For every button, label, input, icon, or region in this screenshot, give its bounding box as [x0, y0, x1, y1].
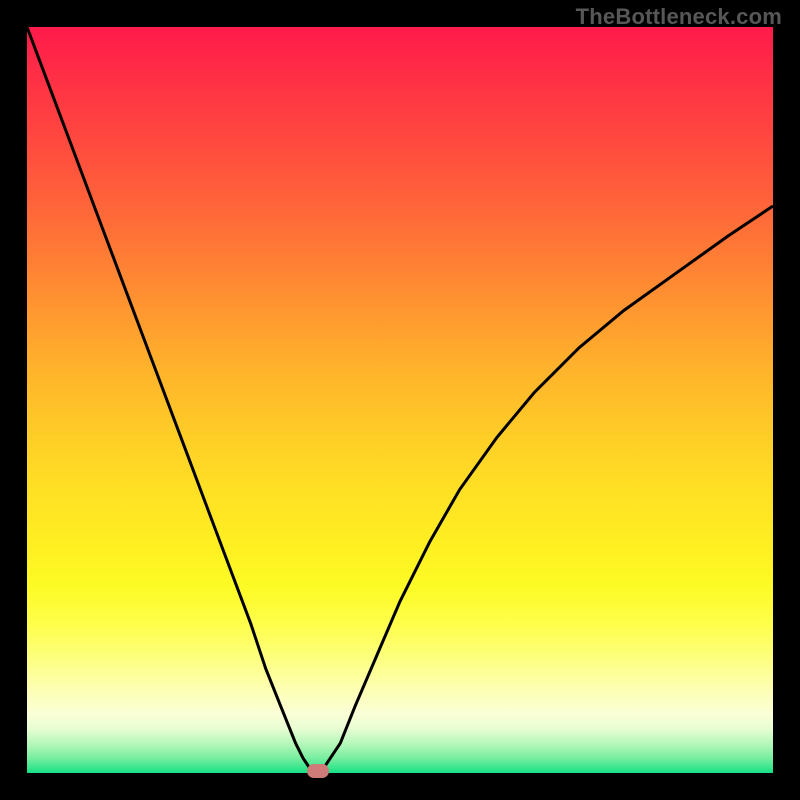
- bottleneck-curve: [27, 27, 773, 773]
- minimum-marker: [307, 764, 329, 778]
- watermark-text: TheBottleneck.com: [576, 4, 782, 30]
- chart-frame: TheBottleneck.com: [0, 0, 800, 800]
- plot-area: [27, 27, 773, 773]
